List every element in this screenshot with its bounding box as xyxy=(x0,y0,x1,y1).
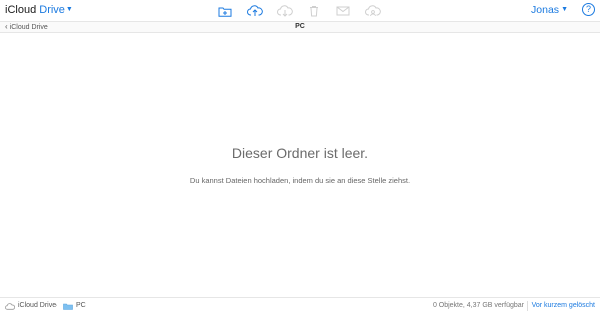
brand-prefix: iCloud xyxy=(5,4,37,16)
file-drop-area[interactable]: Dieser Ordner ist leer. Du kannst Dateie… xyxy=(0,33,600,297)
upload-button[interactable] xyxy=(242,2,268,20)
status-bar: iCloud Drive › PC 0 Objekte, 4,37 GB ver… xyxy=(0,297,600,315)
account-menu[interactable]: Jonas ▼ xyxy=(531,3,568,17)
back-label: iCloud Drive xyxy=(9,24,48,31)
trash-icon xyxy=(310,6,318,17)
chevron-down-icon: ▼ xyxy=(65,6,73,13)
empty-folder-hint: Du kannst Dateien hochladen, indem du si… xyxy=(189,176,411,185)
delete-button[interactable] xyxy=(301,2,327,20)
cloud-icon xyxy=(5,302,15,310)
mail-button[interactable] xyxy=(330,2,356,20)
footer-crumb-icloud-drive[interactable]: iCloud Drive xyxy=(5,301,56,311)
chevron-right-icon: › xyxy=(55,303,57,309)
user-name: Jonas xyxy=(531,4,560,16)
divider xyxy=(527,301,528,311)
footer-crumb-label: iCloud Drive xyxy=(18,302,57,309)
footer-crumb-pc[interactable]: PC xyxy=(63,301,86,311)
folder-icon xyxy=(63,303,73,310)
chevron-down-icon: ▼ xyxy=(561,6,568,13)
share-icon xyxy=(365,5,381,17)
help-button[interactable]: ? xyxy=(582,3,595,16)
top-bar: iCloud Drive▼ Jonas ▼ ? xyxy=(0,0,600,21)
download-icon xyxy=(277,5,293,17)
app-switcher[interactable]: iCloud Drive▼ xyxy=(5,3,73,17)
download-button[interactable] xyxy=(272,2,298,20)
folder-nav-bar: PC ‹ iCloud Drive xyxy=(0,21,600,33)
footer-crumb-label: PC xyxy=(76,302,86,309)
share-button[interactable] xyxy=(360,2,386,20)
new-folder-button[interactable] xyxy=(212,2,238,20)
new-folder-icon xyxy=(218,7,232,17)
empty-folder-title: Dieser Ordner ist leer. xyxy=(231,145,369,161)
mail-icon xyxy=(336,6,350,16)
folder-title: PC xyxy=(295,23,305,30)
recently-deleted-link[interactable]: Vor kurzem gelöscht xyxy=(532,301,595,311)
chevron-left-icon: ‹ xyxy=(5,22,8,31)
upload-icon xyxy=(247,5,263,16)
brand-app-name: Drive xyxy=(39,4,65,16)
storage-status: 0 Objekte, 4,37 GB verfügbar xyxy=(432,302,524,309)
